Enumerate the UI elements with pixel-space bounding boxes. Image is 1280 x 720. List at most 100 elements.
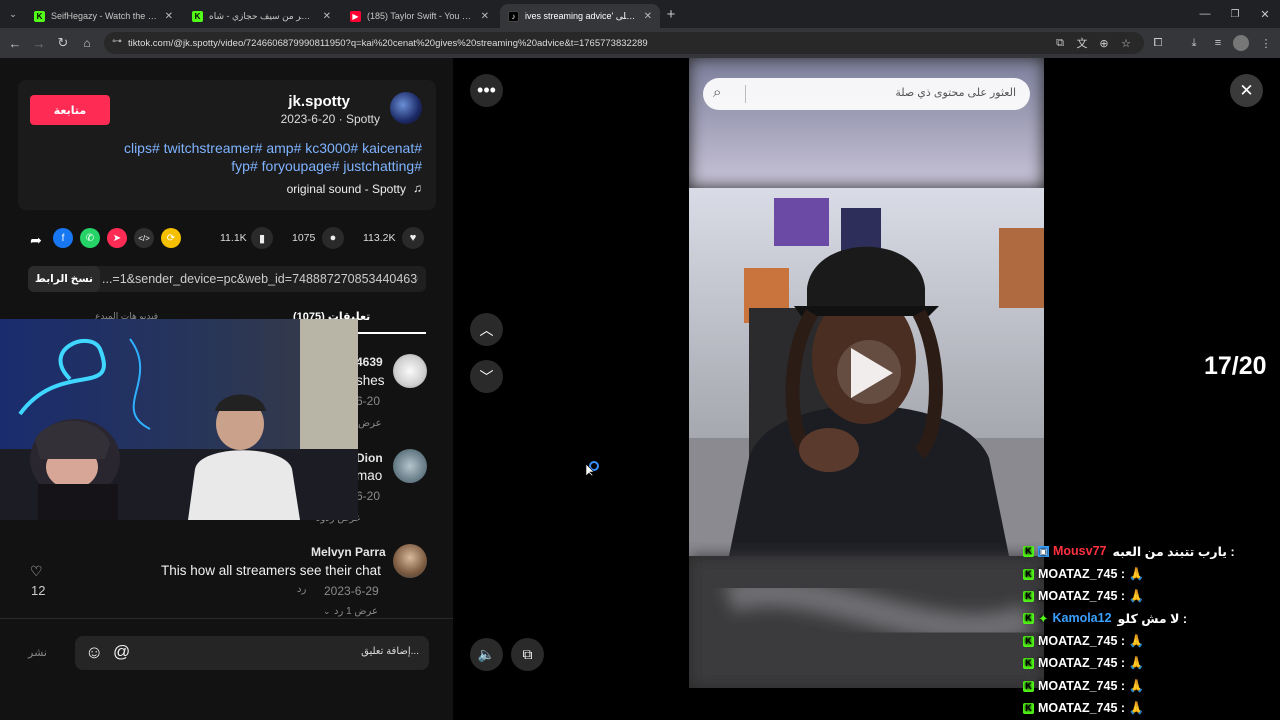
more-options-button[interactable]: •••: [470, 74, 503, 107]
date-author: 2023-6-20 · Spotty: [280, 112, 380, 126]
zoom-icon[interactable]: ⊕: [1096, 35, 1112, 51]
share-arrow-icon[interactable]: ➦: [26, 230, 46, 250]
heart-icon[interactable]: ♥: [402, 227, 424, 249]
view-replies[interactable]: عرض 1 رد: [334, 606, 378, 617]
tab-1[interactable]: K بث مباشر من سيف حجازي - شاه ✕: [184, 4, 339, 28]
kick-badge-icon: K: [1023, 612, 1034, 624]
kick-icon: K: [34, 10, 45, 22]
view-replies[interactable]: عرض: [358, 418, 382, 429]
back-icon[interactable]: ←: [6, 34, 24, 52]
chat-username[interactable]: Mousv77: [1053, 544, 1107, 558]
comment-author[interactable]: 4639: [356, 355, 383, 369]
facebook-icon[interactable]: f: [53, 228, 73, 248]
comment-input[interactable]: ☺ @ إضافة تعليق...: [75, 636, 429, 670]
comment-bubble-icon[interactable]: ●: [322, 227, 344, 249]
chat-username[interactable]: MOATAZ_745: [1038, 656, 1117, 670]
gift-badge-icon: ▣: [1038, 545, 1049, 557]
comment-author[interactable]: Dion: [356, 451, 383, 465]
commenter-avatar[interactable]: [393, 354, 427, 388]
embed-icon[interactable]: </>: [134, 228, 154, 248]
extensions-icon[interactable]: ⧠: [1150, 35, 1166, 51]
kick-badge-icon: K: [1023, 635, 1034, 647]
tab-3-active[interactable]: ♪ ives streaming advice' اعثر على ✕: [500, 4, 660, 28]
pray-emoji-icon: 🙏: [1128, 700, 1145, 715]
tab-search-icon[interactable]: ⌄: [4, 5, 22, 23]
comment-date: 6-20: [356, 489, 381, 503]
close-viewer-button[interactable]: ✕: [1230, 74, 1263, 107]
chat-username[interactable]: MOATAZ_745: [1038, 679, 1117, 693]
username[interactable]: jk.spotty: [288, 93, 350, 110]
site-info-icon[interactable]: ⊶: [112, 36, 122, 47]
creator-avatar[interactable]: [390, 92, 422, 124]
chat-username[interactable]: MOATAZ_745: [1038, 589, 1117, 603]
bookmark-icon[interactable]: ▮: [251, 227, 273, 249]
speaker-icon: 🔈: [477, 646, 496, 662]
close-icon[interactable]: ✕: [481, 11, 489, 22]
chat-username[interactable]: Kamola12: [1052, 611, 1111, 625]
bookmark-star-icon[interactable]: ☆: [1118, 35, 1134, 51]
chat-username[interactable]: MOATAZ_745: [1038, 634, 1117, 648]
browser-tab-bar: ⌄ K SeifHegazy - Watch the VOD o ✕ K بث …: [0, 0, 1280, 28]
hashtags-line-2[interactable]: fyp# foryoupage# justchatting#: [231, 158, 422, 174]
reply-button[interactable]: رد: [297, 584, 306, 595]
tab-0[interactable]: K SeifHegazy - Watch the VOD o ✕: [26, 4, 181, 28]
follow-button[interactable]: متابعة: [30, 95, 110, 125]
media-icon[interactable]: ≡: [1210, 35, 1226, 51]
chat-message: K ✦ Kamola12 لا مش كلو :: [1023, 609, 1187, 627]
download-icon[interactable]: ⤓: [1186, 35, 1202, 51]
window-close-icon[interactable]: ✕: [1256, 5, 1274, 23]
mention-icon[interactable]: @: [113, 642, 130, 662]
more-share-icon[interactable]: ⟳: [161, 228, 181, 248]
related-search-box[interactable]: ⌕ العثور على محتوى ذي صلة: [703, 78, 1030, 110]
video-link[interactable]: ...=1&sender_device=pc&web_id=7488872708…: [102, 272, 418, 286]
close-icon[interactable]: ✕: [644, 11, 652, 22]
comment-text: mao: [356, 468, 383, 483]
divider: [745, 85, 746, 103]
comment-like-icon[interactable]: ♡: [30, 563, 43, 580]
commenter-avatar[interactable]: [393, 544, 427, 578]
related-search-placeholder: العثور على محتوى ذي صلة: [895, 87, 1016, 99]
reload-icon[interactable]: ↻: [54, 34, 72, 52]
tab-title: ives streaming advice' اعثر على: [525, 10, 638, 21]
copy-link-button[interactable]: نسخ الرابط: [28, 266, 100, 292]
commenter-avatar[interactable]: [393, 449, 427, 483]
new-tab-icon[interactable]: +: [662, 5, 680, 23]
post-button[interactable]: نشر: [28, 646, 47, 659]
cast-icon[interactable]: ⧉: [1052, 35, 1068, 51]
webcam-overlay: [0, 319, 358, 520]
emoji-icon[interactable]: ☺: [85, 642, 103, 663]
minimize-icon[interactable]: —: [1196, 5, 1214, 23]
previous-video-button[interactable]: ︿: [470, 313, 503, 346]
browser-toolbar: ← → ↻ ⌂ ⊶ tiktok.com/@jk.spotty/video/72…: [0, 28, 1280, 58]
tab-title: (185) Taylor Swift - You Belong: [367, 11, 475, 21]
profile-avatar[interactable]: [1233, 35, 1249, 51]
volume-button[interactable]: 🔈: [470, 638, 503, 671]
chat-username[interactable]: MOATAZ_745: [1038, 701, 1117, 715]
kick-badge-icon: K: [1023, 545, 1034, 557]
maximize-icon[interactable]: ❐: [1226, 5, 1244, 23]
chat-username[interactable]: MOATAZ_745: [1038, 567, 1117, 581]
send-icon[interactable]: ➤: [107, 228, 127, 248]
close-icon: ✕: [1239, 80, 1254, 100]
hashtags-line-1[interactable]: clips# twitchstreamer# amp# kc3000# kaic…: [124, 140, 422, 156]
menu-icon[interactable]: ⋮: [1258, 35, 1274, 51]
close-icon[interactable]: ✕: [165, 11, 173, 22]
chat-message: K MOATAZ_745 : 🙏: [1023, 632, 1144, 650]
pip-button[interactable]: ⧉: [511, 638, 544, 671]
forward-icon[interactable]: →: [30, 34, 48, 52]
translate-icon[interactable]: 文: [1074, 35, 1090, 51]
ellipsis-icon: •••: [477, 80, 496, 100]
comment-author[interactable]: Melvyn Parra: [311, 545, 386, 559]
close-icon[interactable]: ✕: [323, 11, 331, 22]
next-video-button[interactable]: ﹀: [470, 360, 503, 393]
kick-badge-icon: K: [1023, 590, 1034, 602]
url-bar[interactable]: ⊶ tiktok.com/@jk.spotty/video/7246606879…: [104, 32, 1144, 54]
sound-label[interactable]: original sound - Spotty: [287, 182, 406, 196]
picture-in-picture-icon: ⧉: [522, 646, 533, 662]
comments-count: 1075: [292, 232, 316, 244]
whatsapp-icon[interactable]: ✆: [80, 228, 100, 248]
tiktok-icon: ♪: [508, 10, 519, 22]
video-player[interactable]: ⌕ العثور على محتوى ذي صلة: [689, 58, 1044, 688]
tab-2[interactable]: ▶ (185) Taylor Swift - You Belong ✕: [342, 4, 497, 28]
home-icon[interactable]: ⌂: [78, 34, 96, 52]
